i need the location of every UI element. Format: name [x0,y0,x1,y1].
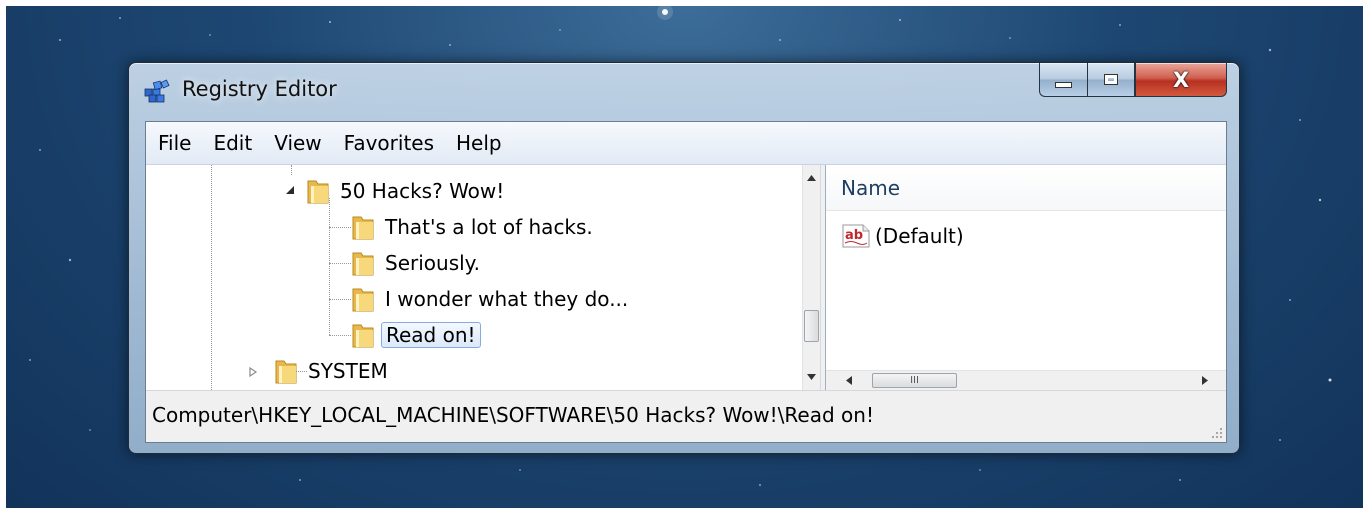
folder-icon [352,288,374,312]
folder-icon [307,180,329,204]
scroll-thumb[interactable] [804,310,819,342]
maximize-button[interactable] [1087,63,1135,97]
client-area: File Edit View Favorites Help 50 Hacks? … [145,121,1227,443]
menu-file[interactable]: File [146,131,202,155]
value-row[interactable]: ab (Default) [841,223,964,249]
tree-node-child[interactable]: Seriously. [351,245,480,281]
scroll-up-button[interactable] [803,169,820,187]
thumb-grip: III [910,375,919,386]
folder-icon [352,324,374,348]
window-title: Registry Editor [182,77,337,101]
tree-node-label: Read on! [381,322,481,348]
expand-arrow-icon[interactable] [248,367,258,377]
tree-guide-line [329,227,351,228]
arrow-right-icon [1202,376,1208,385]
tree-guide-line [329,335,351,336]
tree-node-50-hacks[interactable]: 50 Hacks? Wow! [306,173,504,209]
folder-icon [275,360,297,384]
registry-editor-window: Registry Editor X File Edit View Favorit… [128,62,1240,454]
status-path: Computer\HKEY_LOCAL_MACHINE\SOFTWARE\50 … [152,403,874,427]
value-name: (Default) [875,224,964,248]
caption-buttons: X [1039,63,1227,97]
values-horizontal-scrollbar[interactable]: III [826,370,1226,390]
arrow-left-icon [846,376,852,385]
tree-guide-line [291,165,292,175]
collapse-arrow-icon[interactable] [285,185,295,195]
tree-node-label: That's a lot of hacks. [385,215,593,239]
tree-guide-line [329,198,330,335]
menu-view[interactable]: View [263,131,332,155]
key-tree[interactable]: 50 Hacks? Wow! That's a lot of hacks. Se… [146,165,820,390]
menu-help[interactable]: Help [445,131,513,155]
close-icon: X [1172,67,1190,92]
resize-grip-icon[interactable] [1209,425,1223,439]
tree-node-system[interactable]: SYSTEM [274,353,388,389]
column-header-label: Name [841,175,901,200]
tree-guide-line [211,165,212,390]
menu-favorites[interactable]: Favorites [333,131,445,155]
arrow-down-icon [807,374,816,380]
folder-icon [352,216,374,240]
tree-node-label: SYSTEM [308,359,388,383]
minimize-icon [1055,81,1072,88]
status-bar: Computer\HKEY_LOCAL_MACHINE\SOFTWARE\50 … [146,390,1226,442]
scroll-down-button[interactable] [803,368,820,386]
minimize-button[interactable] [1039,63,1087,97]
column-header-name[interactable]: Name [826,165,1226,211]
tree-node-child[interactable]: That's a lot of hacks. [351,209,593,245]
tree-node-selected[interactable]: Read on! [351,317,481,353]
folder-icon [352,252,374,276]
scroll-right-button[interactable] [1196,371,1214,390]
reg-sz-icon: ab [842,224,870,248]
registry-editor-icon [144,79,170,103]
tree-node-child[interactable]: I wonder what they do... [351,281,628,317]
scroll-left-button[interactable] [840,371,858,390]
values-list[interactable]: Name ab (Default) III [826,165,1226,390]
menu-bar: File Edit View Favorites Help [146,122,1226,165]
tree-vertical-scrollbar[interactable] [802,165,820,390]
svg-text:ab: ab [845,228,863,243]
tree-guide-line [329,263,351,264]
close-button[interactable]: X [1135,63,1227,97]
menu-edit[interactable]: Edit [202,131,263,155]
maximize-icon [1104,74,1118,85]
tree-guide-line [329,299,351,300]
arrow-up-icon [807,175,816,181]
tree-node-label: I wonder what they do... [385,287,629,311]
tree-node-label: Seriously. [385,251,481,275]
tree-node-label: 50 Hacks? Wow! [340,179,505,203]
scroll-thumb[interactable]: III [872,373,957,388]
